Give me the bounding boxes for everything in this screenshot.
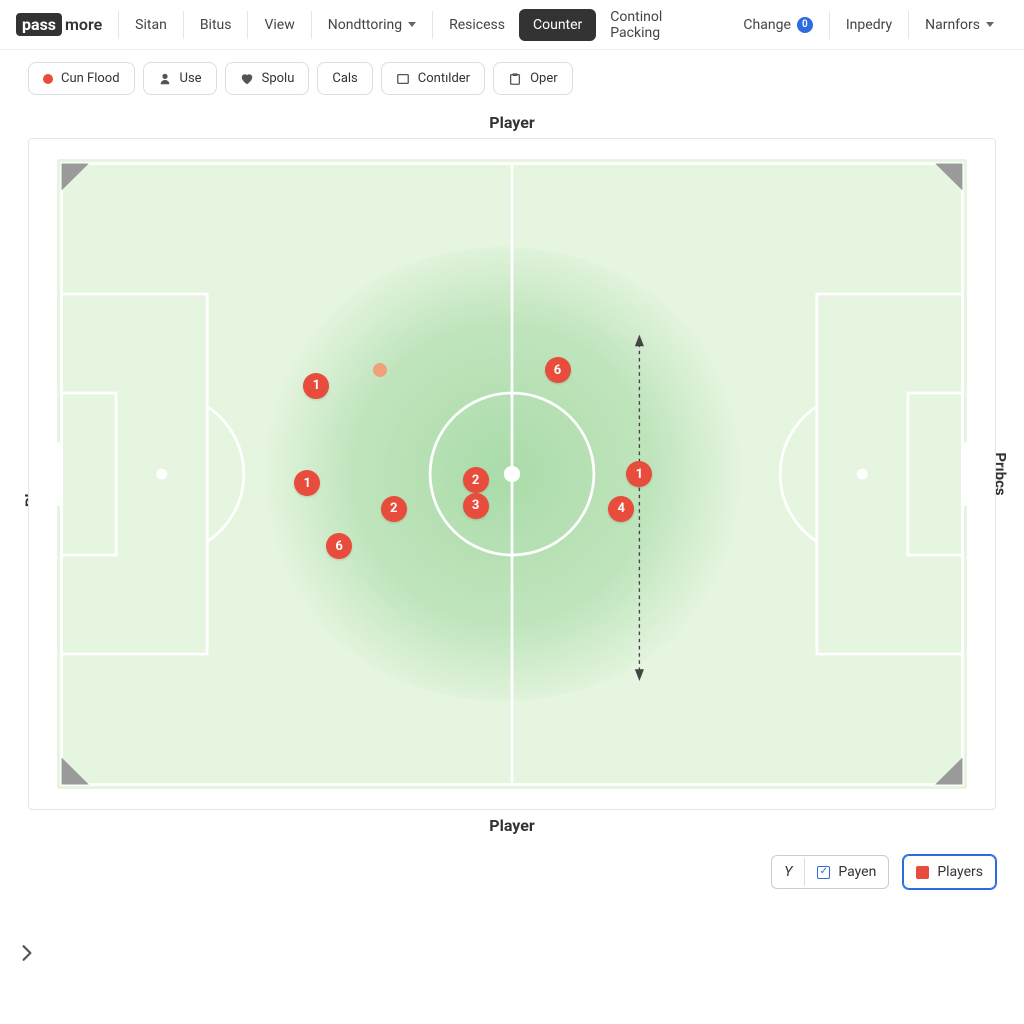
legend-letter: Y xyxy=(772,856,804,888)
badge: 0 xyxy=(797,17,813,33)
chip-label: Use xyxy=(180,71,202,86)
legend-label-cell: Payen xyxy=(805,856,888,888)
nav-view[interactable]: View xyxy=(250,9,308,41)
nav-label: Bitus xyxy=(200,17,232,33)
legend-label: Players xyxy=(937,864,983,880)
axis-label-bottom: Player xyxy=(28,810,996,841)
token-number: 1 xyxy=(304,476,311,491)
filter-spolu[interactable]: Spolu xyxy=(225,62,310,95)
chevron-down-icon xyxy=(986,22,994,27)
player-token[interactable]: 6 xyxy=(545,357,571,383)
legend-payen[interactable]: Y Payen xyxy=(771,855,889,889)
nav-bitus[interactable]: Bitus xyxy=(186,9,246,41)
legend-label: Payen xyxy=(838,864,876,880)
token-number: 1 xyxy=(313,378,320,393)
nav-divider xyxy=(118,11,119,39)
chevron-down-icon xyxy=(408,22,416,27)
nav-label: Inpedry xyxy=(846,17,892,33)
logo-mark: pass xyxy=(16,13,62,36)
nav-label: Counter xyxy=(533,17,582,33)
pitch-container: Player Pleeınees Prıbcs xyxy=(28,107,996,841)
logo[interactable]: pass more xyxy=(16,13,116,36)
player-token[interactable]: 1 xyxy=(294,470,320,496)
top-nav: pass more Sitan Bitus View Nondttoring R… xyxy=(0,0,1024,50)
chip-label: Cals xyxy=(332,71,357,86)
nav-label: Resicess xyxy=(449,17,505,33)
heart-icon xyxy=(240,72,254,86)
user-icon xyxy=(158,72,172,86)
filter-bar: Cun Flood Use Spolu Cals Contılder Oper xyxy=(0,50,1024,107)
nav-sitan[interactable]: Sitan xyxy=(121,9,181,41)
nav-resicess[interactable]: Resicess xyxy=(435,9,519,41)
token-number: 2 xyxy=(472,473,479,488)
nav-divider xyxy=(311,11,312,39)
nav-label: Nondttoring xyxy=(328,17,402,33)
nav-counter[interactable]: Counter xyxy=(519,9,596,41)
nav-divider xyxy=(432,11,433,39)
nav-label: View xyxy=(264,17,294,33)
player-token[interactable]: 6 xyxy=(326,533,352,559)
pitch-lines xyxy=(57,159,967,789)
logo-text: more xyxy=(65,15,102,34)
token-number: 4 xyxy=(617,501,624,516)
nav-divider xyxy=(247,11,248,39)
drawer-toggle[interactable] xyxy=(18,943,36,968)
token-number: 3 xyxy=(472,498,479,513)
token-number: 2 xyxy=(390,501,397,516)
chip-label: Contılder xyxy=(418,71,470,86)
box-icon xyxy=(396,72,410,86)
nav-divider xyxy=(908,11,909,39)
clipboard-icon xyxy=(508,72,522,86)
nav-divider xyxy=(829,11,830,39)
chip-label: Cun Flood xyxy=(61,71,120,86)
player-token[interactable]: 3 xyxy=(463,493,489,519)
chip-label: Oper xyxy=(530,71,558,86)
chip-label: Spolu xyxy=(262,71,295,86)
nav-label: Continol Packing xyxy=(610,9,715,41)
filter-cals[interactable]: Cals xyxy=(317,62,372,95)
pitch-canvas[interactable]: 1 1 2 6 2 3 6 1 4 xyxy=(28,138,996,810)
axis-label-top: Player xyxy=(28,107,996,138)
nav-continol-packing[interactable]: Continol Packing xyxy=(596,1,729,49)
token-number: 6 xyxy=(335,539,342,554)
dot-icon xyxy=(43,74,53,84)
nav-nondttoring[interactable]: Nondttoring xyxy=(314,9,430,41)
legend-row: Y Payen Players xyxy=(0,841,1024,903)
chevron-right-icon xyxy=(18,943,36,968)
player-token[interactable]: 1 xyxy=(303,373,329,399)
nav-label: Change xyxy=(743,17,790,33)
token-number: 6 xyxy=(554,363,561,378)
player-token[interactable]: 2 xyxy=(463,467,489,493)
pitch-field: 1 1 2 6 2 3 6 1 4 xyxy=(57,159,967,789)
nav-divider xyxy=(183,11,184,39)
token-ghost xyxy=(373,363,387,377)
filter-contilder[interactable]: Contılder xyxy=(381,62,485,95)
checkbox-icon[interactable] xyxy=(817,866,830,879)
nav-inpedry[interactable]: Inpedry xyxy=(832,9,906,41)
color-swatch-icon xyxy=(916,866,929,879)
player-token[interactable]: 1 xyxy=(626,461,652,487)
nav-label: Sitan xyxy=(135,17,167,33)
legend-players[interactable]: Players xyxy=(903,855,996,889)
player-token[interactable]: 2 xyxy=(381,496,407,522)
nav-change[interactable]: Change 0 xyxy=(729,9,826,41)
player-token[interactable]: 4 xyxy=(608,496,634,522)
nav-label: Narnfors xyxy=(925,17,980,33)
filter-use[interactable]: Use xyxy=(143,62,217,95)
nav-narnfors[interactable]: Narnfors xyxy=(911,9,1008,41)
filter-cun-flood[interactable]: Cun Flood xyxy=(28,62,135,95)
legend-letter-text: Y xyxy=(784,864,792,880)
legend-label-cell: Players xyxy=(904,856,995,888)
filter-oper[interactable]: Oper xyxy=(493,62,573,95)
token-number: 1 xyxy=(636,467,643,482)
